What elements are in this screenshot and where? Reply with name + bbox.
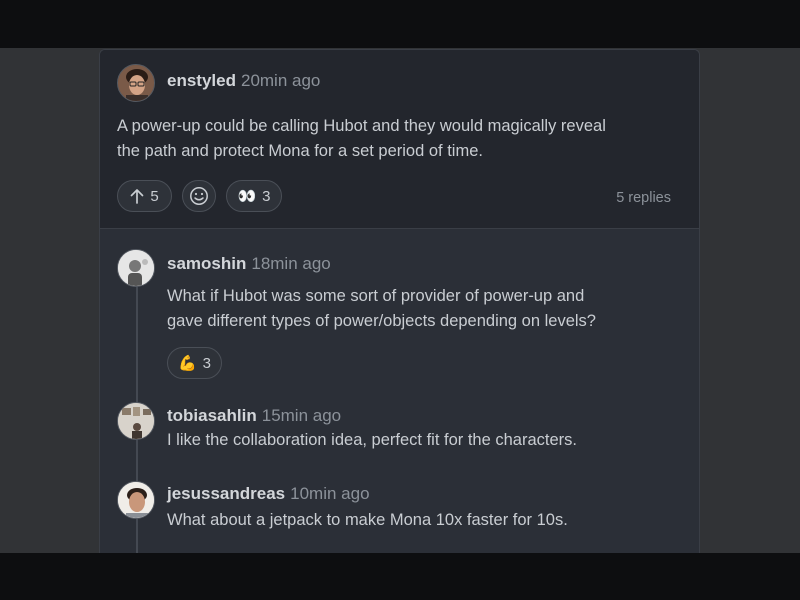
reply-meta: jesussandreas 10min ago	[167, 484, 370, 504]
muscle-icon: 💪	[177, 355, 197, 372]
replies-thread: samoshin 18min ago What if Hubot was some…	[100, 229, 699, 553]
smiley-icon	[190, 187, 208, 205]
avatar-enstyled[interactable]	[117, 64, 155, 102]
reaction-eyes[interactable]: 👀 3	[226, 180, 282, 212]
add-reaction-button[interactable]	[182, 180, 216, 212]
arrow-up-icon	[130, 189, 144, 204]
reply-text-line: gave different types of power/objects de…	[167, 312, 596, 330]
post-meta: enstyled 20min ago	[167, 71, 320, 91]
comment-thread-stage: enstyled 20min ago A power-up could be ca…	[0, 48, 800, 553]
avatar-tobiasahlin[interactable]	[117, 402, 155, 440]
comment-card: enstyled 20min ago A power-up could be ca…	[99, 49, 700, 553]
reply-meta: samoshin 18min ago	[167, 254, 331, 274]
eyes-icon: 👀	[237, 188, 257, 205]
reply-text-line: I like the collaboration idea, perfect f…	[167, 431, 577, 449]
top-post: enstyled 20min ago A power-up could be ca…	[100, 50, 699, 229]
replies-count-link[interactable]: 5 replies	[616, 190, 671, 206]
post-text-line: the path and protect Mona for a set peri…	[117, 142, 483, 160]
muscle-count: 3	[202, 354, 212, 372]
reply-meta: tobiasahlin 15min ago	[167, 406, 341, 426]
reply-text-line: What about a jetpack to make Mona 10x fa…	[167, 511, 568, 529]
post-text: A power-up could be calling Hubot and th…	[117, 114, 606, 164]
reaction-muscle[interactable]: 💪 3	[167, 347, 222, 379]
post-timestamp[interactable]: 20min ago	[241, 71, 320, 90]
reply-username[interactable]: tobiasahlin	[167, 406, 257, 425]
reply-timestamp[interactable]: 10min ago	[290, 484, 369, 503]
reply-text: What if Hubot was some sort of provider …	[167, 284, 596, 334]
avatar-jesussandreas[interactable]	[117, 481, 155, 519]
reply-timestamp[interactable]: 15min ago	[262, 406, 341, 425]
eyes-count: 3	[262, 187, 271, 205]
upvote-button[interactable]: 5	[117, 180, 172, 212]
post-username[interactable]: enstyled	[167, 71, 236, 90]
reply-text-line: What if Hubot was some sort of provider …	[167, 287, 585, 305]
post-text-line: A power-up could be calling Hubot and th…	[117, 117, 606, 135]
reply-username[interactable]: samoshin	[167, 254, 246, 273]
reply-text: What about a jetpack to make Mona 10x fa…	[167, 508, 568, 533]
reply-username[interactable]: jesussandreas	[167, 484, 285, 503]
upvote-count: 5	[150, 187, 159, 205]
reply-text: I like the collaboration idea, perfect f…	[167, 428, 577, 453]
reply-timestamp[interactable]: 18min ago	[251, 254, 330, 273]
avatar-samoshin[interactable]	[117, 249, 155, 287]
